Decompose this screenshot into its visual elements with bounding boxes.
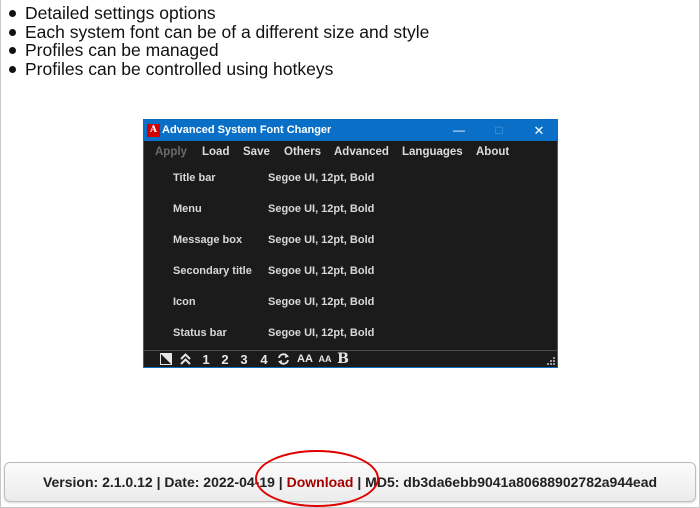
setting-value[interactable]: Segoe UI, 12pt, Bold bbox=[268, 203, 374, 215]
setting-row-status-bar[interactable]: Status bar Segoe UI, 12pt, Bold bbox=[144, 325, 557, 345]
setting-row-message-box[interactable]: Message box Segoe UI, 12pt, Bold bbox=[144, 232, 557, 252]
setting-value[interactable]: Segoe UI, 12pt, Bold bbox=[268, 172, 374, 184]
feature-text: Detailed settings options bbox=[25, 3, 216, 23]
profile-4-button[interactable]: 4 bbox=[258, 352, 270, 367]
feature-item: Profiles can be controlled using hotkeys bbox=[7, 58, 429, 79]
maximize-button[interactable]: □ bbox=[484, 120, 514, 141]
refresh-icon[interactable] bbox=[277, 353, 291, 368]
menu-load[interactable]: Load bbox=[202, 146, 229, 158]
close-button[interactable]: ✕ bbox=[524, 120, 554, 141]
setting-row-menu[interactable]: Menu Segoe UI, 12pt, Bold bbox=[144, 201, 557, 221]
menu-save[interactable]: Save bbox=[243, 146, 270, 158]
menu-advanced[interactable]: Advanced bbox=[334, 146, 389, 158]
setting-label: Menu bbox=[173, 203, 202, 215]
setting-value[interactable]: Segoe UI, 12pt, Bold bbox=[268, 234, 374, 246]
setting-label: Icon bbox=[173, 296, 196, 308]
setting-label: Status bar bbox=[173, 327, 227, 339]
bold-icon[interactable]: B bbox=[336, 352, 350, 367]
feature-text: Each system font can be of a different s… bbox=[25, 21, 430, 42]
menu-about[interactable]: About bbox=[476, 146, 509, 158]
bullet-icon bbox=[9, 10, 16, 17]
setting-label: Title bar bbox=[173, 172, 216, 184]
theme-toggle-icon[interactable] bbox=[160, 353, 173, 368]
window-titlebar: A Advanced System Font Changer — □ ✕ bbox=[144, 120, 557, 141]
feature-item: Profiles can be managed bbox=[7, 41, 429, 60]
menu-bar: Apply Load Save Others Advanced Language… bbox=[144, 144, 557, 162]
setting-row-secondary-title[interactable]: Secondary title Segoe UI, 12pt, Bold bbox=[144, 263, 557, 283]
setting-label: Secondary title bbox=[173, 265, 252, 277]
profile-3-button[interactable]: 3 bbox=[238, 352, 250, 367]
menu-apply[interactable]: Apply bbox=[155, 146, 187, 158]
app-logo-icon: A bbox=[147, 124, 160, 137]
download-link[interactable]: Download bbox=[287, 474, 354, 490]
bottom-toolbar: 1 2 3 4 AA AA B bbox=[144, 350, 557, 367]
feature-item: Each system font can be of a different s… bbox=[7, 21, 430, 42]
feature-text: Profiles can be controlled using hotkeys bbox=[25, 58, 334, 79]
bullet-icon bbox=[9, 47, 16, 54]
profile-1-button[interactable]: 1 bbox=[200, 352, 212, 367]
feature-item: Detailed settings options bbox=[7, 4, 429, 23]
md5-text: | MD5: db3da6ebb9041a80688902782a944ead bbox=[353, 474, 658, 490]
setting-value[interactable]: Segoe UI, 12pt, Bold bbox=[268, 265, 374, 277]
setting-row-title-bar[interactable]: Title bar Segoe UI, 12pt, Bold bbox=[144, 170, 557, 190]
resize-grip-icon[interactable] bbox=[547, 357, 555, 365]
setting-value[interactable]: Segoe UI, 12pt, Bold bbox=[268, 296, 374, 308]
download-info-text: Version: 2.1.0.12 | Date: 2022-04-19 | D… bbox=[5, 474, 695, 490]
setting-label: Message box bbox=[173, 234, 243, 246]
bullet-icon bbox=[9, 28, 16, 36]
window-title: Advanced System Font Changer bbox=[162, 124, 332, 136]
menu-others[interactable]: Others bbox=[284, 146, 321, 158]
font-size-small-icon[interactable]: AA bbox=[317, 352, 333, 367]
setting-value[interactable]: Segoe UI, 12pt, Bold bbox=[268, 327, 374, 339]
feature-text: Profiles can be managed bbox=[25, 40, 219, 60]
setting-row-icon[interactable]: Icon Segoe UI, 12pt, Bold bbox=[144, 294, 557, 314]
bullet-icon bbox=[9, 65, 16, 73]
feature-list: Detailed settings options Each system fo… bbox=[7, 4, 429, 78]
font-size-icon[interactable]: AA bbox=[297, 352, 313, 367]
app-screenshot-window: A Advanced System Font Changer — □ ✕ App… bbox=[143, 119, 558, 368]
menu-languages[interactable]: Languages bbox=[402, 146, 463, 158]
version-date-text: Version: 2.1.0.12 | Date: 2022-04-19 | bbox=[42, 474, 287, 490]
download-info-bar: Version: 2.1.0.12 | Date: 2022-04-19 | D… bbox=[4, 462, 696, 502]
minimize-button[interactable]: — bbox=[444, 120, 474, 141]
collapse-up-icon[interactable] bbox=[179, 353, 193, 368]
profile-2-button[interactable]: 2 bbox=[219, 352, 231, 367]
